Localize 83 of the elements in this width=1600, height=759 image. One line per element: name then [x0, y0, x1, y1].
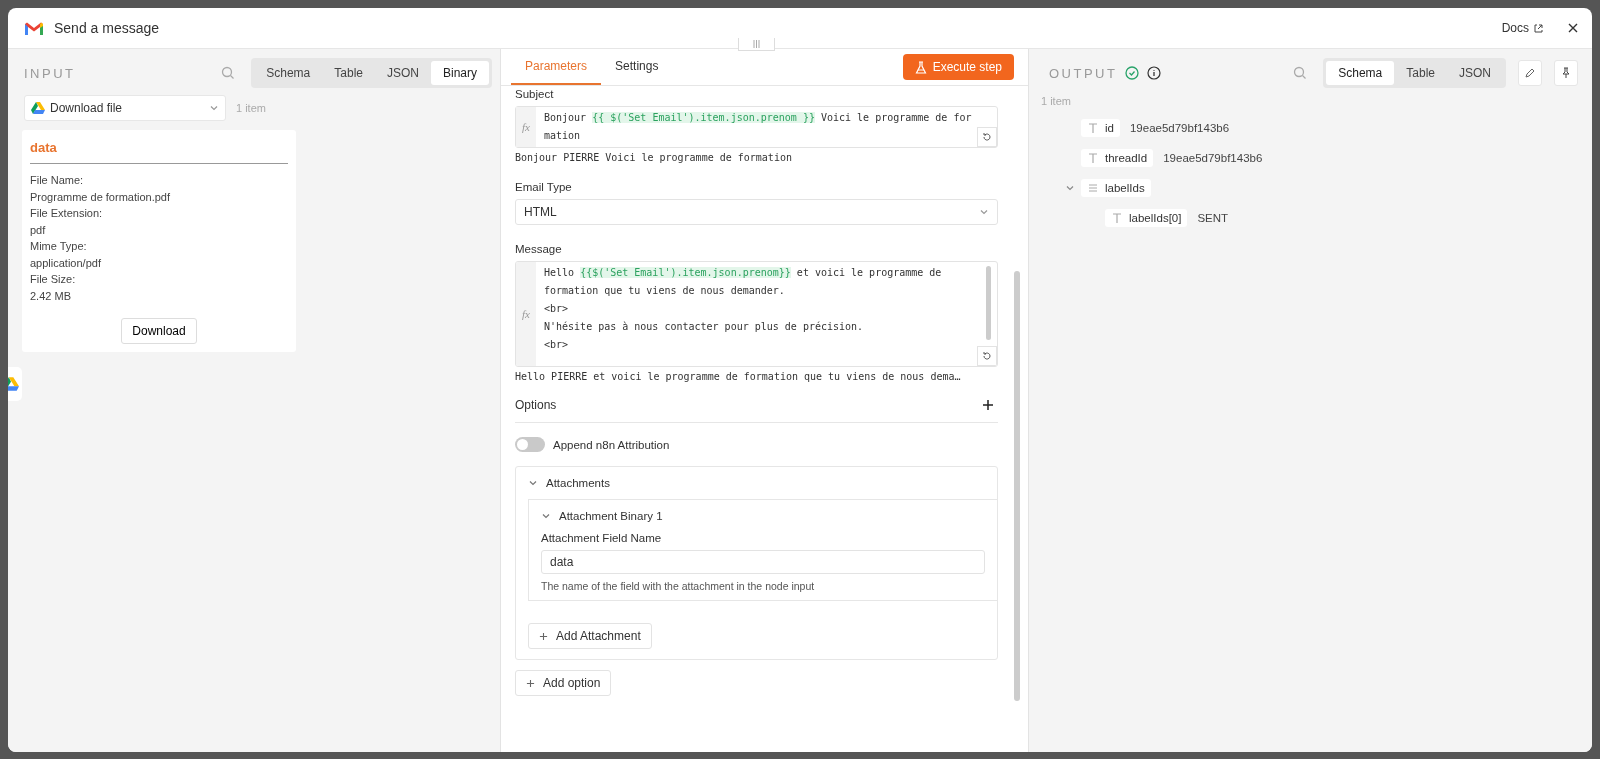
add-attachment-button[interactable]: Add Attachment [528, 623, 652, 649]
field-value: 2.42 MB [30, 288, 72, 304]
field-label: Mime Type: [30, 239, 88, 254]
docs-link[interactable]: Docs [1501, 21, 1544, 35]
input-field[interactable]: data [541, 550, 985, 574]
add-option-button[interactable]: Add option [515, 670, 612, 696]
item-count: 1 item [236, 102, 266, 114]
expand-icon[interactable] [977, 346, 997, 366]
plus-icon[interactable] [982, 399, 994, 411]
field-value: Programme de formation.pdf [30, 189, 171, 205]
check-circle-icon [1125, 66, 1140, 80]
chevron-icon[interactable] [1065, 183, 1075, 193]
list-icon [1087, 182, 1099, 194]
pin-button[interactable] [1554, 60, 1578, 86]
pin-icon [1560, 67, 1572, 79]
panel-heading: OUTPUT [1049, 65, 1118, 81]
key-name: labelIds [1105, 182, 1145, 194]
fx-label: fx [516, 107, 536, 147]
view-tab[interactable]: JSON [1447, 61, 1503, 85]
view-tab[interactable]: Schema [1326, 61, 1395, 85]
schema-value: 19eae5d79bf143b6 [1163, 152, 1263, 164]
field-label: File Name: [30, 173, 85, 188]
edit-button[interactable] [1518, 60, 1542, 86]
toggle-label: Append n8n Attribution [553, 438, 670, 451]
text-type-icon [1087, 152, 1099, 164]
toggle-switch[interactable] [515, 437, 545, 452]
key-name: threadId [1105, 152, 1148, 164]
drag-handle[interactable] [738, 38, 775, 51]
expression-preview: Hello PIERRE et voici le programme de formation que tu viens de nous dema… [515, 371, 961, 382]
search-icon[interactable] [1293, 66, 1308, 80]
field-label: File Size: [30, 272, 77, 287]
expression-field[interactable]: fx Bonjour {{ $('Set Email').item.json.prenom }} Voici le programme de formation [515, 106, 998, 148]
fx-label: fx [516, 262, 536, 366]
binary-title: data [30, 140, 58, 155]
expand-icon[interactable] [977, 127, 997, 147]
item-count: 1 item [1041, 95, 1072, 107]
field-hint: The name of the field with the attachment in the node input [541, 580, 815, 592]
search-icon[interactable] [221, 66, 236, 80]
text-type-icon [1111, 212, 1123, 224]
flask-icon [914, 60, 927, 74]
email-type-select[interactable]: HTML [515, 199, 998, 225]
view-tab[interactable]: Table [1394, 61, 1447, 85]
section-title: Attachment Binary 1 [559, 510, 663, 522]
section-title: Attachments [546, 477, 610, 489]
field-label: Attachment Field Name [541, 532, 662, 544]
view-tab[interactable]: Schema [254, 61, 323, 85]
field-label: Email Type [515, 181, 572, 193]
download-button[interactable]: Download [121, 318, 197, 344]
view-tab[interactable]: JSON [374, 61, 431, 85]
chevron-down-icon [979, 207, 989, 217]
expression-preview: Bonjour PIERRE Voici le programme de formation [515, 152, 792, 163]
panel-heading: INPUT [24, 65, 76, 81]
key-name: id [1105, 122, 1114, 134]
view-tab[interactable]: Binary [431, 61, 489, 85]
schema-value: SENT [1197, 212, 1229, 224]
plus-icon [526, 678, 535, 688]
field-label: Subject [515, 88, 554, 100]
view-tab[interactable]: Table [322, 61, 375, 85]
expression-field[interactable]: fx Hello {{$('Set Email').item.json.prenom}} et voici le programme de formation que tu viens de nous demander. <br> N'hésite pas à nous contacter pour plus de précision. <br> [515, 261, 998, 367]
options-label: Options [515, 398, 557, 412]
chevron-icon[interactable] [541, 511, 551, 521]
settings-tab[interactable]: Settings [601, 49, 673, 85]
envelope-logo-icon [24, 20, 44, 36]
field-label: Message [515, 243, 562, 255]
window-title: Send a message [54, 20, 160, 36]
external-link-icon [1533, 22, 1544, 34]
key-name: labelIds[0] [1129, 212, 1182, 224]
close-icon [1568, 23, 1578, 33]
info-icon[interactable] [1147, 66, 1162, 80]
chevron-icon[interactable] [528, 478, 538, 488]
plus-icon [539, 631, 548, 641]
pencil-icon [1524, 67, 1536, 79]
scrollbar[interactable] [1014, 271, 1020, 701]
triangle-logo-icon [31, 102, 45, 114]
grip-icon [753, 40, 760, 48]
node-select[interactable]: Download file [24, 95, 226, 121]
field-label: File Extension: [30, 206, 104, 221]
field-value: pdf [30, 222, 47, 238]
field-value: application/pdf [30, 255, 102, 271]
text-type-icon [1087, 122, 1099, 134]
schema-value: 19eae5d79bf143b6 [1129, 122, 1230, 134]
scrollbar[interactable] [986, 266, 991, 340]
chevron-down-icon [209, 103, 219, 113]
